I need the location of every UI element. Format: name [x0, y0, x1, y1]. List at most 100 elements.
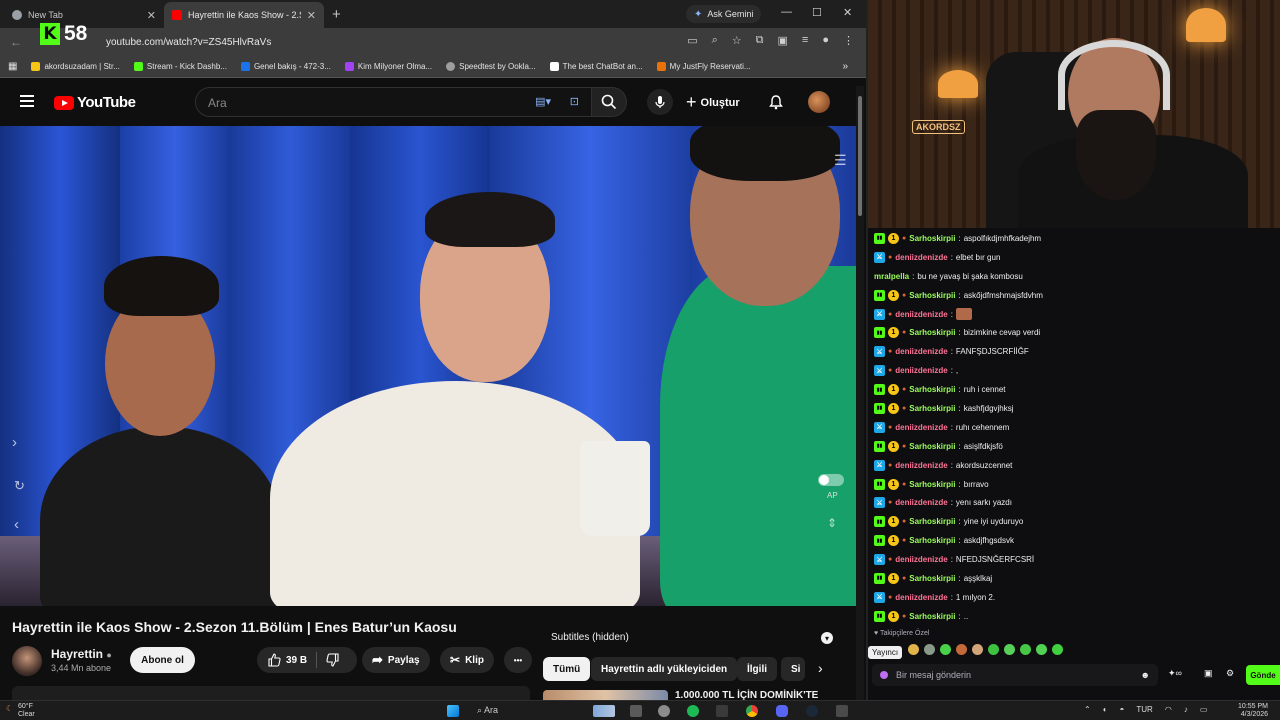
chat-username[interactable]: deniizdenizde [895, 498, 947, 507]
chat-username[interactable]: Sarhoskirpii [909, 536, 955, 545]
spotify-icon[interactable] [687, 705, 699, 717]
video-player[interactable]: › ↻ ‹ ☰ AP ⇕ [0, 126, 856, 606]
emote-icon[interactable] [956, 644, 967, 655]
like-count[interactable]: 39 B [286, 655, 307, 666]
app-icon[interactable] [836, 705, 848, 717]
url-field[interactable]: youtube.com/watch?v=ZS45HlvRaVs [106, 37, 271, 48]
account-avatar[interactable] [808, 91, 830, 113]
create-button[interactable]: + Oluştur [686, 92, 740, 113]
apps-grid-icon[interactable]: ▦ [8, 61, 17, 72]
gift-icon[interactable]: ▣ [1204, 668, 1213, 679]
windows-start-icon[interactable] [447, 705, 459, 717]
tab-youtube[interactable]: Hayrettin ile Kaos Show - 2.Sez ✕ [164, 2, 324, 28]
taskbar-search[interactable]: ⌕ Ara [477, 705, 498, 716]
chat-username[interactable]: Sarhoskirpii [909, 404, 955, 413]
close-tab-icon[interactable]: ✕ [147, 9, 156, 22]
scrollbar-thumb[interactable] [858, 96, 862, 216]
chat-username[interactable]: Sarhoskirpii [909, 328, 955, 337]
chat-username[interactable]: Sarhoskirpii [909, 234, 955, 243]
chat-username[interactable]: mralpella [874, 272, 909, 281]
chat-username[interactable]: Sarhoskirpii [909, 574, 955, 583]
bookmark-item[interactable]: Stream - Kick Dashb... [133, 62, 227, 71]
voice-search-button[interactable] [647, 89, 673, 115]
keyboard-icon[interactable]: ▤▾ [535, 95, 551, 108]
thumbs-up-icon[interactable] [267, 653, 281, 667]
maximize-icon[interactable]: ☐ [812, 6, 822, 19]
chat-username[interactable]: Sarhoskirpii [909, 385, 955, 394]
bookmark-item[interactable]: The best ChatBot an... [549, 62, 643, 71]
chip-all[interactable]: Tümü [543, 657, 591, 681]
extensions-icon[interactable]: ⧉ [756, 34, 764, 47]
copilot-icon[interactable] [593, 705, 615, 717]
battery-icon[interactable]: ▭ [1200, 705, 1208, 714]
chat-username[interactable]: deniizdenizde [895, 253, 947, 262]
chat-input[interactable]: Bir mesaj gönderin ☻ [872, 664, 1158, 686]
chat-username[interactable]: Sarhoskirpii [909, 517, 955, 526]
split-view-icon[interactable]: ▣ [778, 34, 788, 47]
chat-username[interactable]: deniizdenizde [895, 593, 947, 602]
search-input[interactable]: Ara ▤▾ ⊡ [195, 87, 592, 117]
notifications-bell-icon[interactable] [768, 94, 784, 110]
new-tab-button[interactable]: + [324, 6, 349, 28]
lens-icon[interactable]: ⊡ [570, 95, 579, 108]
weather-icon[interactable]: ☾ [6, 704, 13, 713]
chip-partial[interactable]: Si [781, 657, 805, 681]
bookmark-item[interactable]: Speedtest by Ookla... [446, 62, 536, 71]
close-window-icon[interactable]: ✕ [843, 6, 852, 19]
menu-icon[interactable] [20, 95, 34, 107]
chat-username[interactable]: deniizdenizde [895, 366, 947, 375]
browser-menu-icon[interactable]: ⋮ [843, 34, 854, 47]
chat-username[interactable]: deniizdenizde [895, 423, 947, 432]
chat-username[interactable]: Sarhoskirpii [909, 442, 955, 451]
cast-icon[interactable]: ▭ [687, 34, 697, 47]
chat-username[interactable]: deniizdenizde [895, 347, 947, 356]
emoji-icon[interactable]: ☻ [1141, 670, 1150, 680]
clock[interactable]: 10:55 PM 4/3/2026 [1238, 703, 1268, 719]
chat-username[interactable]: deniizdenizde [895, 310, 947, 319]
emote-icon[interactable] [988, 644, 999, 655]
chat-username[interactable]: Sarhoskirpii [909, 480, 955, 489]
steam-icon[interactable] [806, 705, 818, 717]
weather-widget[interactable]: 60°F Clear [18, 703, 35, 719]
emote-icon[interactable] [972, 644, 983, 655]
more-bookmarks-icon[interactable]: » [842, 61, 848, 72]
clip-button[interactable]: ✂ Klip [440, 647, 494, 673]
chat-username[interactable]: deniizdenizde [895, 555, 947, 564]
chat-username[interactable]: Sarhoskirpii [909, 291, 955, 300]
wifi-icon[interactable]: ◠ [1165, 705, 1172, 714]
tray-app-icon[interactable]: ◐ [1103, 705, 1108, 714]
subtitles-toggle[interactable]: ▾ [821, 632, 833, 644]
youtube-logo[interactable]: YouTube [54, 94, 136, 111]
share-button[interactable]: ➦ Paylaş [362, 647, 430, 673]
chat-username[interactable]: Sarhoskirpii [909, 612, 955, 621]
profile-icon[interactable]: ● [822, 34, 829, 47]
subscribe-button[interactable]: Abone ol [130, 647, 195, 673]
send-chat-button[interactable]: Gönde [1246, 665, 1280, 685]
bookmark-item[interactable]: Kim Milyoner Olma... [344, 62, 432, 71]
steam-overlay-icon[interactable] [658, 705, 670, 717]
thumbs-down-icon[interactable] [326, 653, 340, 667]
media-icon[interactable]: ≡ [802, 34, 808, 47]
task-view-icon[interactable] [630, 705, 642, 717]
volume-icon[interactable]: ♪ [1184, 705, 1188, 714]
expand-icon[interactable]: ⇕ [827, 516, 837, 530]
emote-icon[interactable] [940, 644, 951, 655]
chip-related[interactable]: İlgili [737, 657, 777, 681]
ask-gemini-button[interactable]: ✦ Ask Gemini [686, 5, 762, 23]
discord-icon[interactable] [776, 705, 788, 717]
zoom-icon[interactable]: ⌕ [712, 34, 718, 47]
chat-username[interactable]: deniizdenizde [895, 461, 947, 470]
chat-settings-icon[interactable]: ⚙ [1226, 668, 1234, 679]
back-icon[interactable]: ← [10, 35, 22, 49]
channel-avatar[interactable] [12, 646, 42, 676]
kick-points-icon[interactable]: ✦∞ [1168, 668, 1182, 679]
chevron-left-icon[interactable]: ‹ [14, 516, 19, 533]
tray-overflow-icon[interactable]: ⌃ [1084, 705, 1091, 714]
bookmark-item[interactable]: My JustFly Reservati... [656, 62, 751, 71]
bookmark-item[interactable]: Genel bakış - 472-3... [240, 62, 331, 71]
emote-icon[interactable] [924, 644, 935, 655]
minimize-icon[interactable]: — [781, 6, 792, 18]
search-button[interactable] [591, 87, 627, 117]
bookmark-item[interactable]: akordsuzadam | Str... [31, 62, 120, 71]
emote-icon[interactable] [908, 644, 919, 655]
